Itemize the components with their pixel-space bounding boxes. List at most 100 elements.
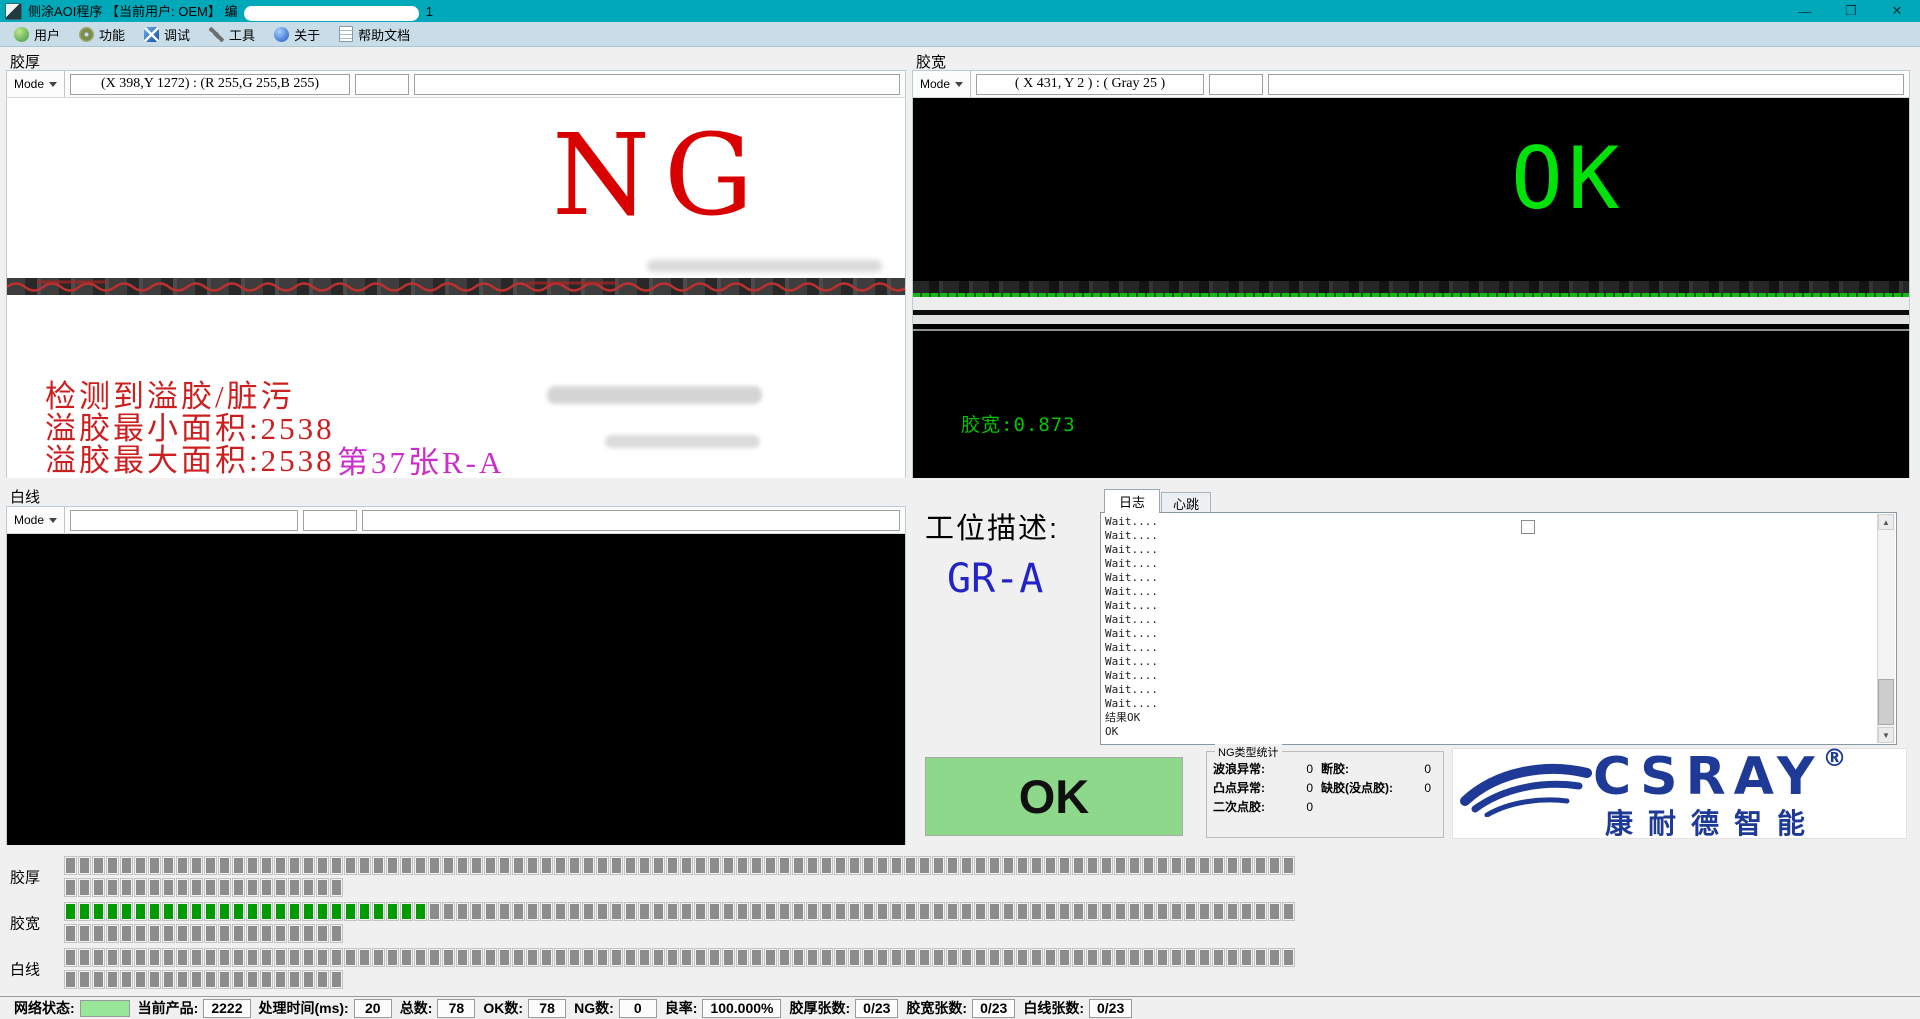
indicator-cell: [1198, 948, 1211, 967]
menu-item-tools[interactable]: 工具: [203, 22, 268, 46]
indicator-cell-state: [164, 926, 173, 941]
indicator-cell: [960, 856, 973, 875]
menu-item-about[interactable]: 关于: [268, 22, 333, 46]
indicator-cell: [820, 948, 833, 967]
indicator-cell-state: [654, 950, 663, 965]
indicator-cell: [106, 878, 119, 897]
log-scrollbar[interactable]: ▲ ▼: [1877, 514, 1895, 743]
indicator-cell-state: [1172, 904, 1181, 919]
scrollbar-thumb[interactable]: [1878, 679, 1894, 725]
indicator-cell: [92, 856, 105, 875]
indicator-cell: [1002, 902, 1015, 921]
glue-width-image-canvas[interactable]: OK 胶宽:0.873: [913, 98, 1909, 478]
indicator-cell-state: [472, 858, 481, 873]
indicator-cell-state: [654, 904, 663, 919]
tab-log[interactable]: 日志: [1104, 489, 1160, 513]
indicator-cell: [274, 878, 287, 897]
indicator-cell: [764, 948, 777, 967]
glue-thickness-image-canvas[interactable]: NG 检测到溢胶/脏污 溢胶最小面积:2538 溢胶最大面积:2538 第37张…: [7, 98, 905, 478]
indicator-cell-state: [248, 972, 257, 987]
indicator-cell: [652, 902, 665, 921]
indicator-cell: [162, 924, 175, 943]
indicator-cell: [190, 856, 203, 875]
indicator-cell-state: [962, 950, 971, 965]
minimize-button[interactable]: —: [1782, 0, 1828, 22]
indicator-cell: [148, 924, 161, 943]
status-value: 20: [354, 999, 392, 1018]
menu-item-user[interactable]: 用户: [8, 22, 73, 46]
toolbar-box-small: [355, 74, 409, 95]
indicator-cell-state: [1116, 904, 1125, 919]
glue-band-white: [913, 297, 1909, 310]
indicator-cell: [876, 948, 889, 967]
network-status-label: 网络状态:: [14, 998, 75, 1018]
indicator-cell: [64, 948, 77, 967]
indicator-group-label: 白线: [10, 958, 40, 979]
indicator-cell: [414, 902, 427, 921]
indicator-cell-state: [108, 904, 117, 919]
indicator-cell-state: [220, 904, 229, 919]
close-button[interactable]: ✕: [1874, 0, 1920, 22]
tab-heartbeat[interactable]: 心跳: [1161, 492, 1211, 513]
overall-result-button[interactable]: OK: [925, 757, 1183, 836]
log-line: Wait....: [1105, 697, 1876, 711]
indicator-cell: [1002, 856, 1015, 875]
indicator-cell: [666, 902, 679, 921]
menu-item-label: 关于: [294, 25, 320, 44]
scroll-down-icon[interactable]: ▼: [1878, 727, 1894, 743]
indicator-cell-state: [710, 904, 719, 919]
ng-result-text: NG: [552, 120, 767, 232]
indicator-cell-state: [178, 926, 187, 941]
indicator-cell-state: [850, 858, 859, 873]
indicator-cell-state: [122, 950, 131, 965]
indicator-cell-state: [192, 904, 201, 919]
menu-item-debug[interactable]: 调试: [138, 22, 203, 46]
indicator-cell: [372, 948, 385, 967]
indicator-cell: [1100, 856, 1113, 875]
mode-dropdown-glue-width[interactable]: Mode: [913, 71, 971, 97]
white-line-image-canvas[interactable]: [7, 534, 905, 845]
indicator-cell-state: [864, 904, 873, 919]
indicator-cell-state: [220, 972, 229, 987]
indicator-cell-state: [696, 904, 705, 919]
indicator-cell-state: [486, 950, 495, 965]
indicator-cell-state: [920, 904, 929, 919]
menu-item-help[interactable]: 帮助文档: [333, 22, 423, 46]
status-value: 78: [437, 999, 475, 1018]
indicator-cell-state: [1284, 858, 1293, 873]
indicator-cell-state: [514, 858, 523, 873]
indicator-cell: [1072, 856, 1085, 875]
indicator-cell-state: [962, 904, 971, 919]
indicator-cell: [330, 970, 343, 989]
indicator-cell-state: [752, 858, 761, 873]
indicator-cell-state: [822, 950, 831, 965]
indicator-cell-state: [640, 950, 649, 965]
log-checkbox[interactable]: [1521, 520, 1535, 534]
indicator-cell: [736, 902, 749, 921]
maximize-button[interactable]: ❐: [1828, 0, 1874, 22]
indicator-cell-state: [80, 880, 89, 895]
indicator-cell: [274, 948, 287, 967]
indicator-cell: [512, 856, 525, 875]
menu-item-features[interactable]: 功能: [73, 22, 138, 46]
mode-dropdown-glue-thickness[interactable]: Mode: [7, 71, 65, 97]
indicator-cell: [246, 856, 259, 875]
log-output-box[interactable]: Wait....Wait....Wait....Wait....Wait....…: [1100, 512, 1897, 745]
status-value: 100.000%: [702, 999, 781, 1018]
scroll-up-icon[interactable]: ▲: [1878, 514, 1894, 530]
indicator-cell: [708, 948, 721, 967]
indicator-cell-state: [150, 880, 159, 895]
indicator-cell: [1016, 948, 1029, 967]
status-value: 78: [528, 999, 566, 1018]
mode-dropdown-white-line[interactable]: Mode: [7, 507, 65, 533]
window-title-text: 侧涂AOI程序 【当前用户: OEM】: [28, 4, 221, 19]
indicator-cell-state: [528, 950, 537, 965]
indicator-cell: [638, 902, 651, 921]
indicator-cell-state: [962, 858, 971, 873]
indicator-cell-state: [1214, 858, 1223, 873]
indicator-cell: [876, 856, 889, 875]
indicator-cell: [890, 948, 903, 967]
indicator-cell-state: [164, 880, 173, 895]
indicator-cell: [218, 856, 231, 875]
indicator-cell-state: [178, 972, 187, 987]
